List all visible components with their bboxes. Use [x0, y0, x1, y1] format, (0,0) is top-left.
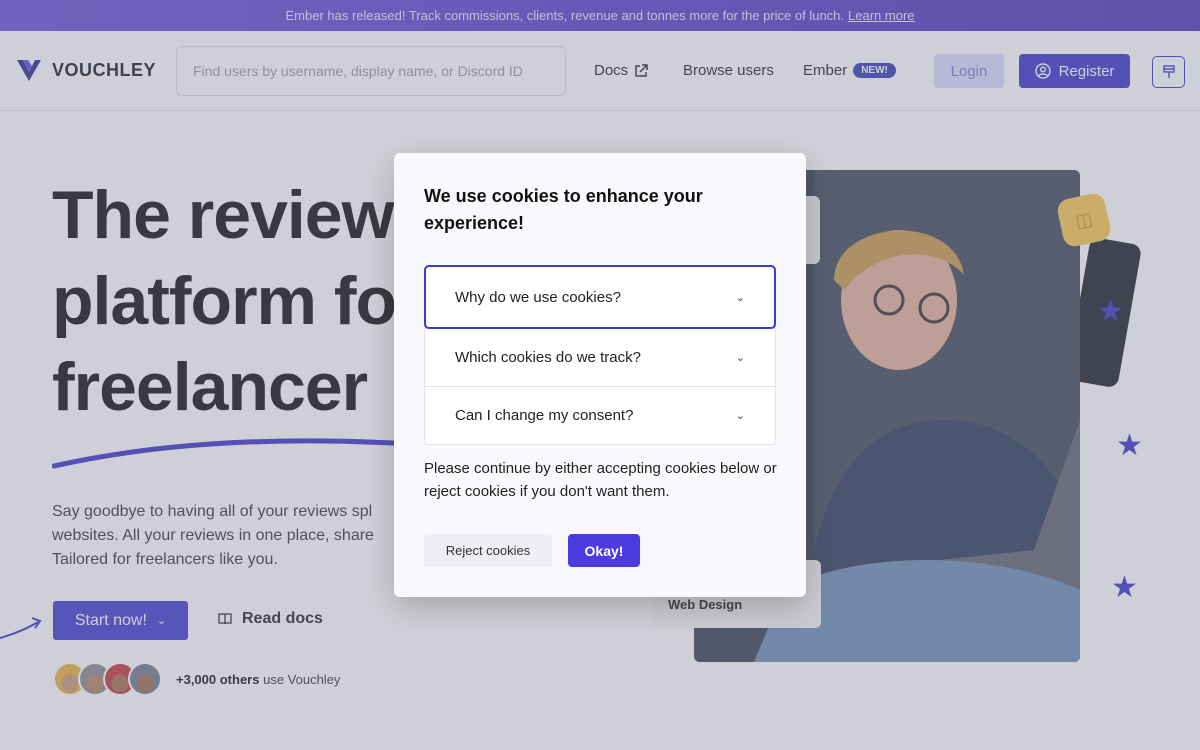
okay-button[interactable]: Okay! [568, 534, 640, 567]
accordion-item-consent[interactable]: Can I change my consent? ⌄ [425, 386, 775, 444]
accordion-item-which[interactable]: Which cookies do we track? ⌄ [425, 328, 775, 386]
accordion-item-label: Why do we use cookies? [455, 288, 621, 306]
cookie-accordion: Why do we use cookies? ⌄ Which cookies d… [424, 265, 776, 445]
modal-title: We use cookies to enhance your experienc… [424, 186, 703, 233]
chevron-down-icon: ⌄ [735, 291, 745, 304]
cookie-consent-modal: We use cookies to enhance your experienc… [394, 153, 806, 597]
chevron-down-icon: ⌄ [735, 410, 745, 422]
accordion-item-label: Can I change my consent? [455, 407, 634, 424]
accordion-item-why[interactable]: Why do we use cookies? ⌄ [424, 265, 776, 329]
chevron-down-icon: ⌄ [735, 352, 745, 364]
reject-cookies-button[interactable]: Reject cookies [424, 534, 552, 567]
modal-message: Please continue by either accepting cook… [424, 460, 777, 500]
accordion-item-label: Which cookies do we track? [455, 349, 641, 366]
